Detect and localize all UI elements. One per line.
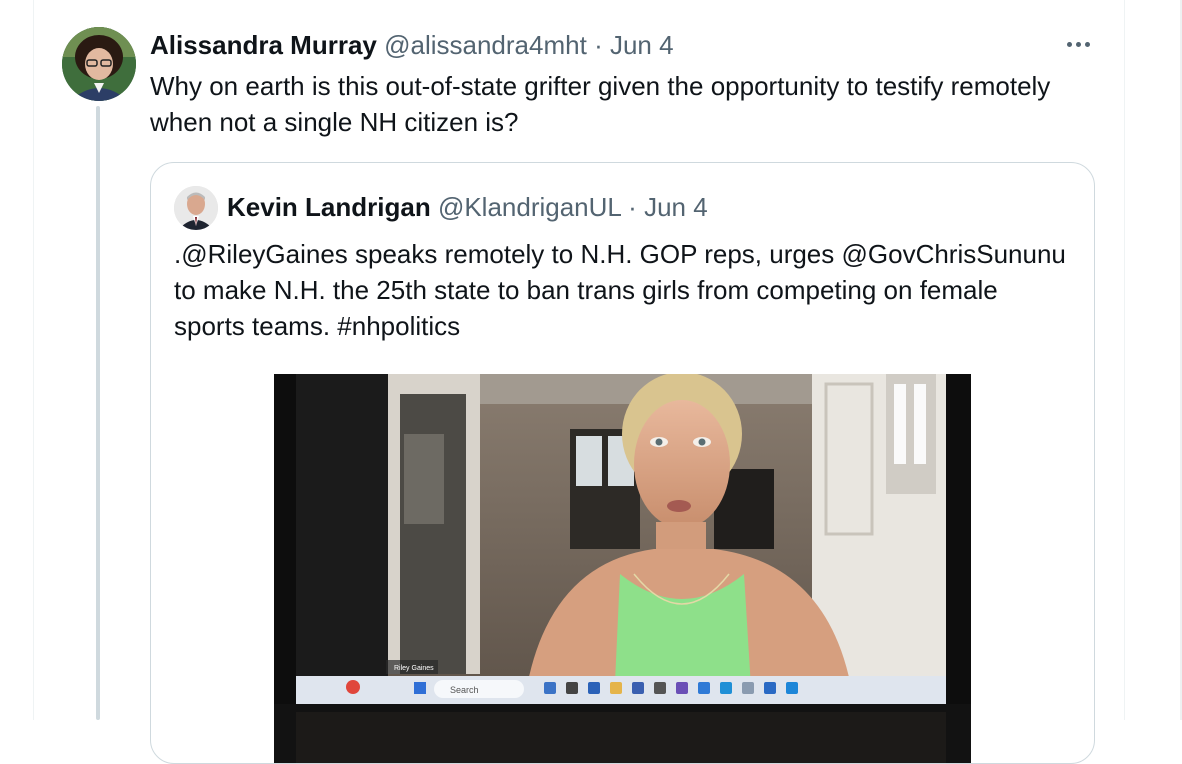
author-avatar-image [62, 27, 136, 101]
quoted-author-avatar-image [174, 186, 218, 230]
tweet-text: Why on earth is this out-of-state grifte… [150, 71, 1051, 137]
author-name[interactable]: Alissandra Murray [150, 30, 377, 60]
tweet-header: Alissandra Murray @alissandra4mht · Jun … [150, 28, 674, 62]
quoted-tweet-media[interactable]: Search Riley Gaines [274, 374, 971, 763]
participant-name-label: Riley Gaines [394, 665, 434, 672]
header-separator: · [594, 30, 603, 60]
author-handle[interactable]: @alissandra4mht [384, 30, 587, 60]
quoted-tweet-text: .@RileyGaines speaks remotely to N.H. GO… [174, 239, 1066, 341]
timeline-border-left [33, 0, 34, 720]
thread-connector-line [96, 106, 100, 720]
tweet-date[interactable]: Jun 4 [610, 30, 674, 60]
video-call-photo: Search Riley Gaines [274, 374, 971, 763]
quoted-tweet-header: Kevin Landrigan @KlandriganUL · Jun 4 [227, 190, 708, 224]
quoted-author-avatar[interactable] [174, 186, 218, 230]
quoted-author-handle[interactable]: @KlandriganUL [438, 192, 621, 222]
author-avatar[interactable] [62, 27, 136, 101]
more-horizontal-icon[interactable] [1060, 26, 1096, 62]
quoted-header-separator: · [628, 192, 637, 222]
quoted-tweet-date[interactable]: Jun 4 [644, 192, 708, 222]
timeline-border-right [1124, 0, 1125, 720]
quoted-author-name[interactable]: Kevin Landrigan [227, 192, 431, 222]
taskbar-search-label: Search [450, 685, 479, 695]
quoted-tweet-card[interactable]: Kevin Landrigan @KlandriganUL · Jun 4 .@… [150, 162, 1095, 764]
